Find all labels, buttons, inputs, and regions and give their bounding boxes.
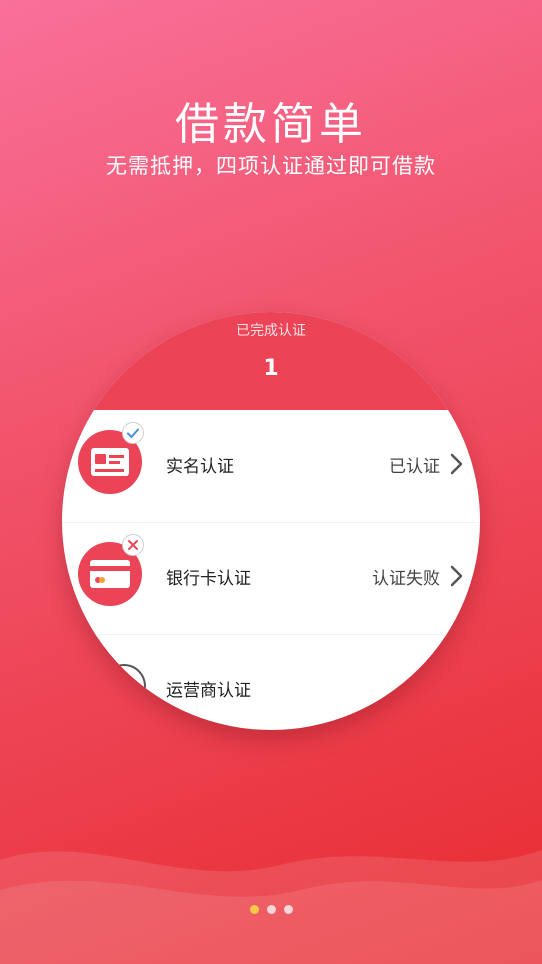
completed-label: 已完成认证 (236, 323, 306, 339)
page-dot-3[interactable] (283, 905, 293, 914)
hero-title: 借款简单 (175, 99, 367, 150)
list-item-carrier[interactable]: 运营商认证 (62, 634, 480, 730)
carrier-icon (102, 664, 146, 708)
check-badge-icon (122, 422, 144, 444)
page-indicator (0, 905, 542, 914)
list-item-real-name[interactable]: 实名认证 已认证 (62, 410, 480, 523)
list-item-bank-card[interactable]: 银行卡认证 认证失败 (62, 522, 480, 635)
completed-header: 已完成认证 1 (62, 312, 480, 410)
hero-subtitle: 无需抵押，四项认证通过即可借款 (106, 154, 436, 178)
decorative-wave (0, 850, 542, 964)
page-dot-2[interactable] (266, 905, 276, 914)
x-badge-icon (122, 534, 144, 556)
list-item-label: 运营商认证 (166, 681, 251, 701)
list-item-label: 银行卡认证 (166, 569, 251, 589)
chevron-right-icon (450, 565, 463, 587)
list-item-status: 已认证 (389, 457, 440, 477)
chevron-right-icon (450, 453, 463, 475)
completed-count: 1 (263, 356, 279, 381)
list-item-status: 认证失败 (372, 569, 440, 589)
list-item-label: 实名认证 (166, 457, 234, 477)
page-dot-1[interactable] (249, 905, 259, 914)
verification-preview-circle: 已完成认证 1 实名认证 已认证 银行卡认证 认证失败 运营商认证 (62, 312, 480, 730)
